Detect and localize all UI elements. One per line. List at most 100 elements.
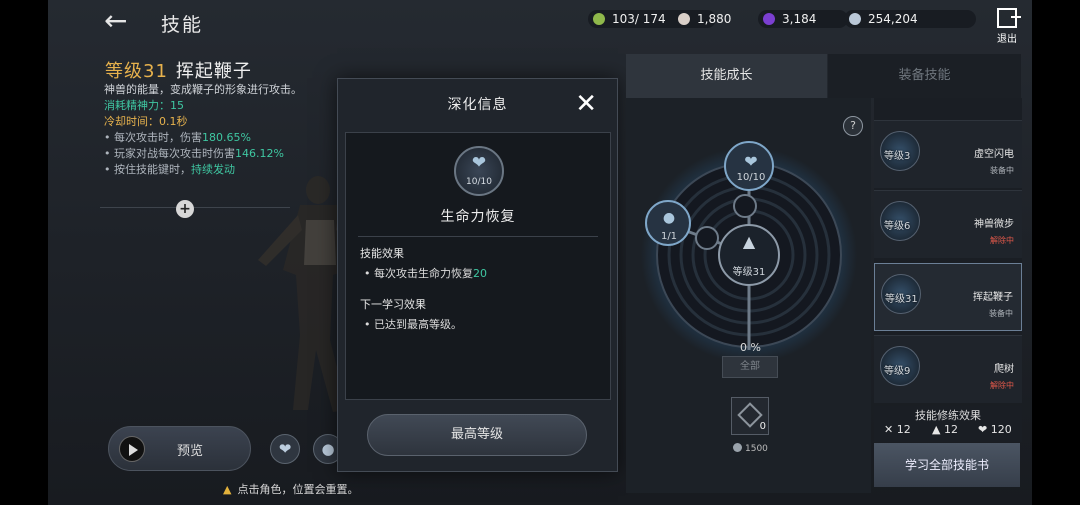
effect-value: 20 [473,267,487,280]
deepen-info-dialog: 深化信息 ✕ ❤ 10/10 生命力恢复 技能效果 • 每次攻击生命力恢复20 … [337,78,618,472]
effect-item: • 每次攻击生命力恢复20 [364,267,487,280]
training-defense: ▲ 12 [932,423,958,436]
skill-screen: ← 技能 103/ 174 1,880 3,184 254,204 退出 等级3… [48,0,1032,505]
skill-cooldown-label: 冷却时间： [104,115,159,128]
pearl-icon [678,13,690,25]
resource-pearl: 1,880 [673,10,758,28]
skill-cost-value: 15 [170,99,184,112]
book-cost: 1500 [733,443,768,454]
next-effect-text: 已达到最高等级。 [374,318,462,331]
skill-name: 挥起鞭子 [175,61,252,82]
medal-count: 10/10 [466,177,492,187]
resource-pearl-value: 1,880 [697,12,732,26]
silver-coin-icon [733,443,742,452]
node-name: 生命力恢复 [440,209,516,225]
stamina-icon [593,13,605,25]
skill-row-status: 解除中 [990,381,1014,390]
skill-cost-label: 消耗精神力： [104,99,170,112]
left-node-bulb-icon[interactable]: ● [646,210,692,226]
training-health-value: 120 [990,423,1012,436]
tab-equip-skill[interactable]: 装备技能 [828,54,1021,98]
dialog-divider [358,236,598,237]
tab-skill-growth[interactable]: 技能成长 [626,54,827,98]
book-count: 0 [759,421,766,432]
resource-silver: 254,204 [844,10,976,28]
plus-icon[interactable]: + [176,200,194,218]
skill-effect-3-value: 持续发动 [191,163,235,176]
skill-effect-1-value: 180.65% [202,131,251,144]
skill-row-whip[interactable]: 等级31 挥起鞭子 装备中 [874,263,1022,331]
next-effect-item: • 已达到最高等级。 [364,318,462,331]
back-arrow-icon[interactable]: ← [104,7,138,35]
shield-icon: ▲ [932,423,941,436]
center-node-whip-icon[interactable]: ▲ [722,232,776,251]
sword-icon: ✕ [884,423,894,436]
resource-stamina-value: 103/ 174 [612,12,666,26]
training-defense-value: 12 [943,423,958,436]
node-medal: ❤ 10/10 [454,146,504,196]
play-icon [119,436,145,462]
training-attack-value: 12 [896,423,911,436]
skill-row-name: 神兽微步 [974,219,1014,230]
skill-row-level: 等级6 [884,221,911,232]
heart-icon: ❤ [471,153,487,173]
skill-description: 神兽的能量，变成鞭子的形象进行攻击。 [104,83,302,96]
warning-icon: ▲ [223,483,232,496]
next-effect-title: 下一学习效果 [360,298,426,311]
skill-effect-2-value: 146.12% [235,147,284,160]
exit-label: 退出 [997,34,1017,45]
effect-text: 每次攻击生命力恢复 [374,267,473,280]
skill-row-beast-step[interactable]: 等级6 神兽微步 解除中 [874,190,1022,258]
top-node-heart-icon[interactable]: ❤ [728,152,774,171]
max-level-button[interactable]: 最高等级 [367,414,587,456]
skill-row-void-lightning[interactable]: 等级3 虚空闪电 装备中 [874,120,1022,188]
skill-effect-1: • 每次攻击时，伤害180.65% [104,131,251,144]
all-button[interactable]: 全部 [722,356,778,378]
center-node-level: 等级31 [732,267,766,278]
skill-row-status: 装备中 [990,166,1014,175]
heart-node-icon[interactable]: ❤ [270,434,300,464]
skill-row-level: 等级31 [885,294,918,305]
top-node-count: 10/10 [736,172,766,183]
training-health: ❤ 120 [978,423,1012,436]
skill-row-level: 等级9 [884,366,911,377]
resource-purple-gem: 3,184 [758,10,848,28]
training-attack: ✕ 12 [884,423,911,436]
next-effect-section: 下一学习效果 • 已达到最高等级。 [360,296,462,332]
reset-warning: ▲ 点击角色，位置会重置。 [223,481,358,497]
skill-cost: 消耗精神力：15 [104,98,344,114]
reset-warning-text: 点击角色，位置会重置。 [237,483,359,496]
book-cost-value: 1500 [745,444,768,454]
effect-title: 技能效果 [360,247,404,260]
dialog-content: ❤ 10/10 生命力恢复 技能效果 • 每次攻击生命力恢复20 下一学习效果 … [345,132,611,400]
preview-button[interactable]: 预览 [108,426,251,471]
resource-silver-value: 254,204 [868,12,918,26]
progress-percent: 0 % [740,341,761,354]
purple-gem-icon [763,13,775,25]
exit-button[interactable]: 退出 [992,8,1022,45]
skill-cooldown: 冷却时间：0.1秒 [104,114,344,130]
skill-title: 等级31 挥起鞭子 [105,57,252,83]
skill-row-level: 等级3 [884,151,911,162]
silver-coin-icon [849,13,861,25]
exit-icon [997,8,1021,28]
learn-all-books-button[interactable]: 学习全部技能书 [874,443,1020,487]
skill-row-status: 装备中 [989,309,1013,318]
skill-row-name: 爬树 [994,364,1014,375]
close-icon[interactable]: ✕ [575,89,597,119]
skill-level: 等级31 [105,61,168,82]
skill-row-name: 挥起鞭子 [973,292,1013,303]
effect-section: 技能效果 • 每次攻击生命力恢复20 [360,245,487,281]
skill-effect-2-text: 玩家对战每次攻击时伤害 [114,147,235,160]
skill-effect-1-text: 每次攻击时，伤害 [114,131,202,144]
skill-row-status: 解除中 [990,236,1014,245]
training-title: 技能修练效果 [915,409,981,422]
skill-book-slot[interactable]: 0 [731,397,769,435]
skill-row-climb[interactable]: 等级9 爬树 解除中 [874,335,1022,403]
skill-effect-3-text: 按住技能键时， [114,163,191,176]
help-icon[interactable]: ? [843,116,863,136]
heart-icon: ❤ [978,423,988,436]
resource-purple-gem-value: 3,184 [782,12,817,26]
skill-cooldown-value: 0.1秒 [159,115,188,128]
left-node-count: 1/1 [660,231,678,242]
